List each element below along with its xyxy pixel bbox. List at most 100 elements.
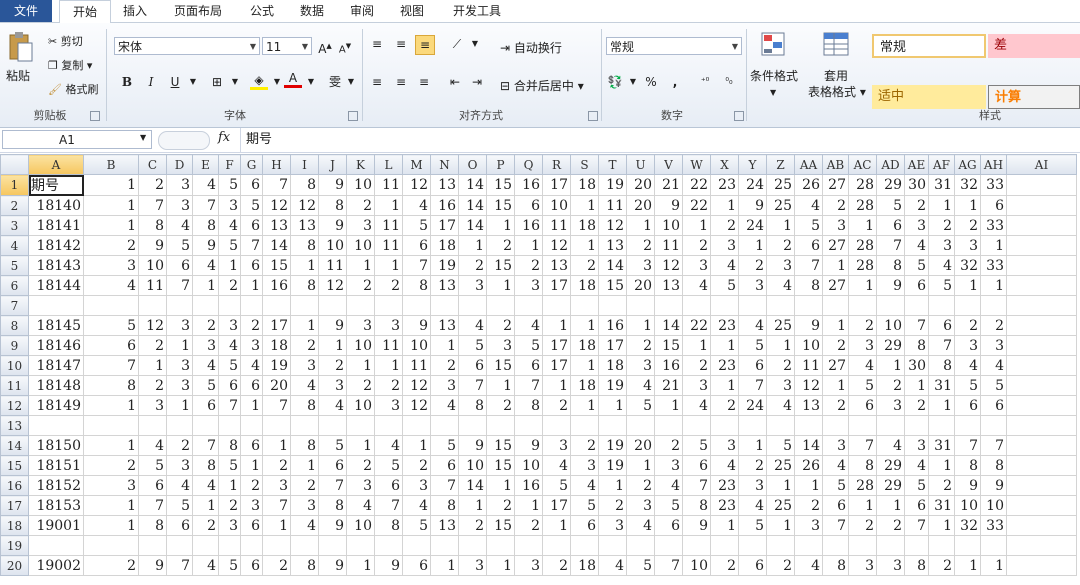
cell[interactable]: 4 (542, 455, 571, 476)
cell[interactable]: 2 (654, 435, 683, 456)
cell[interactable]: 1 (766, 335, 795, 356)
cell[interactable]: 5 (374, 455, 403, 476)
cell[interactable]: 3 (166, 375, 193, 396)
cell[interactable] (766, 415, 795, 436)
cell[interactable]: 3 (374, 395, 403, 416)
cell[interactable]: 18147 (28, 355, 84, 376)
cell[interactable]: 1 (682, 335, 711, 356)
cell[interactable]: 13 (542, 255, 571, 276)
cell[interactable] (28, 295, 84, 316)
cell[interactable]: 3 (166, 455, 193, 476)
cell[interactable]: 7 (192, 435, 219, 456)
cell[interactable] (402, 535, 431, 556)
cell[interactable]: 1 (954, 275, 981, 296)
cell[interactable]: 6 (514, 195, 543, 216)
cell[interactable] (402, 415, 431, 436)
cell[interactable]: 12 (402, 395, 431, 416)
cell[interactable]: 12 (794, 375, 823, 396)
cell[interactable] (1006, 295, 1077, 316)
cell[interactable]: 3 (738, 275, 767, 296)
cell[interactable]: 7 (166, 275, 193, 296)
cell[interactable]: 4 (290, 515, 319, 536)
decrease-decimal-icon[interactable]: ⁰₀ (720, 73, 738, 91)
cell[interactable]: 1 (738, 235, 767, 256)
cell[interactable]: 6 (980, 395, 1007, 416)
cell[interactable]: 15 (486, 455, 515, 476)
cell[interactable]: 19 (598, 455, 627, 476)
cell[interactable] (28, 415, 84, 436)
cell[interactable]: 25 (766, 195, 795, 216)
cell[interactable]: 2 (904, 395, 929, 416)
cell[interactable]: 3 (514, 555, 543, 576)
cell[interactable]: 3 (980, 335, 1007, 356)
decrease-indent-icon[interactable]: ⇤ (446, 73, 464, 91)
column-header-w[interactable]: W (682, 154, 711, 175)
cell[interactable]: 31 (928, 375, 955, 396)
cell[interactable]: 18150 (28, 435, 84, 456)
cell[interactable]: 3 (794, 515, 823, 536)
cell[interactable]: 2 (374, 375, 403, 396)
cell[interactable]: 2 (192, 315, 219, 336)
merge-center-button[interactable]: ⊟ 合并后居中 ▾ (500, 77, 584, 94)
column-header-b[interactable]: B (83, 154, 139, 175)
cell[interactable]: 18 (570, 215, 599, 236)
cell[interactable]: 3 (318, 375, 347, 396)
cell[interactable]: 13 (262, 215, 291, 236)
cell[interactable]: 14 (458, 195, 487, 216)
align-center-icon[interactable]: ≡ (392, 73, 410, 91)
column-header-ag[interactable]: AG (954, 154, 981, 175)
cell[interactable]: 2 (192, 515, 219, 536)
cell[interactable]: 5 (904, 475, 929, 496)
alignment-launcher-icon[interactable] (588, 111, 598, 121)
cell[interactable]: 6 (402, 555, 431, 576)
cell[interactable]: 9 (318, 174, 347, 196)
wrap-text-button[interactable]: ⇥ 自动换行 (500, 39, 562, 56)
number-launcher-icon[interactable] (734, 111, 744, 121)
cell[interactable]: 5 (318, 435, 347, 456)
cell[interactable]: 6 (980, 195, 1007, 216)
cell[interactable]: 24 (738, 215, 767, 236)
row-header[interactable]: 9 (0, 335, 29, 356)
cell[interactable]: 1 (822, 255, 849, 276)
cell[interactable]: 6 (876, 215, 905, 236)
cell[interactable] (218, 295, 241, 316)
cell[interactable]: 1 (346, 555, 375, 576)
chevron-down-icon[interactable]: ▼ (342, 73, 360, 91)
cell[interactable]: 6 (738, 555, 767, 576)
cell[interactable]: 28 (848, 174, 877, 196)
cell[interactable]: 4 (980, 355, 1007, 376)
cell[interactable]: 7 (654, 555, 683, 576)
cell[interactable]: 1 (514, 495, 543, 516)
cell[interactable] (682, 535, 711, 556)
cell[interactable]: 2 (876, 375, 905, 396)
cell[interactable]: 7 (262, 174, 291, 196)
cell[interactable] (848, 535, 877, 556)
cell[interactable]: 4 (710, 255, 739, 276)
cell[interactable]: 12 (402, 375, 431, 396)
cell[interactable] (192, 295, 219, 316)
cell[interactable]: 21 (654, 174, 683, 196)
cell[interactable]: 11 (138, 275, 167, 296)
column-header-r[interactable]: R (542, 154, 571, 175)
cell[interactable]: 5 (458, 335, 487, 356)
cell[interactable]: 1 (514, 235, 543, 256)
cell[interactable]: 1 (822, 315, 849, 336)
cell[interactable]: 8 (374, 515, 403, 536)
cell[interactable]: 13 (430, 515, 459, 536)
cell[interactable]: 3 (166, 355, 193, 376)
select-all-corner[interactable] (0, 154, 29, 175)
cell[interactable]: 1 (83, 435, 139, 456)
cell[interactable]: 2 (626, 335, 655, 356)
chevron-down-icon[interactable]: ▼ (140, 133, 146, 142)
cell[interactable]: 18141 (28, 215, 84, 236)
cell[interactable]: 4 (598, 555, 627, 576)
cell[interactable]: 3 (166, 315, 193, 336)
column-header-o[interactable]: O (458, 154, 487, 175)
cell[interactable]: 14 (794, 435, 823, 456)
column-header-aa[interactable]: AA (794, 154, 823, 175)
cell[interactable] (346, 415, 375, 436)
cell[interactable]: 4 (738, 315, 767, 336)
cell[interactable] (766, 535, 795, 556)
cell[interactable]: 14 (458, 174, 487, 196)
percent-icon[interactable]: % (642, 73, 660, 91)
